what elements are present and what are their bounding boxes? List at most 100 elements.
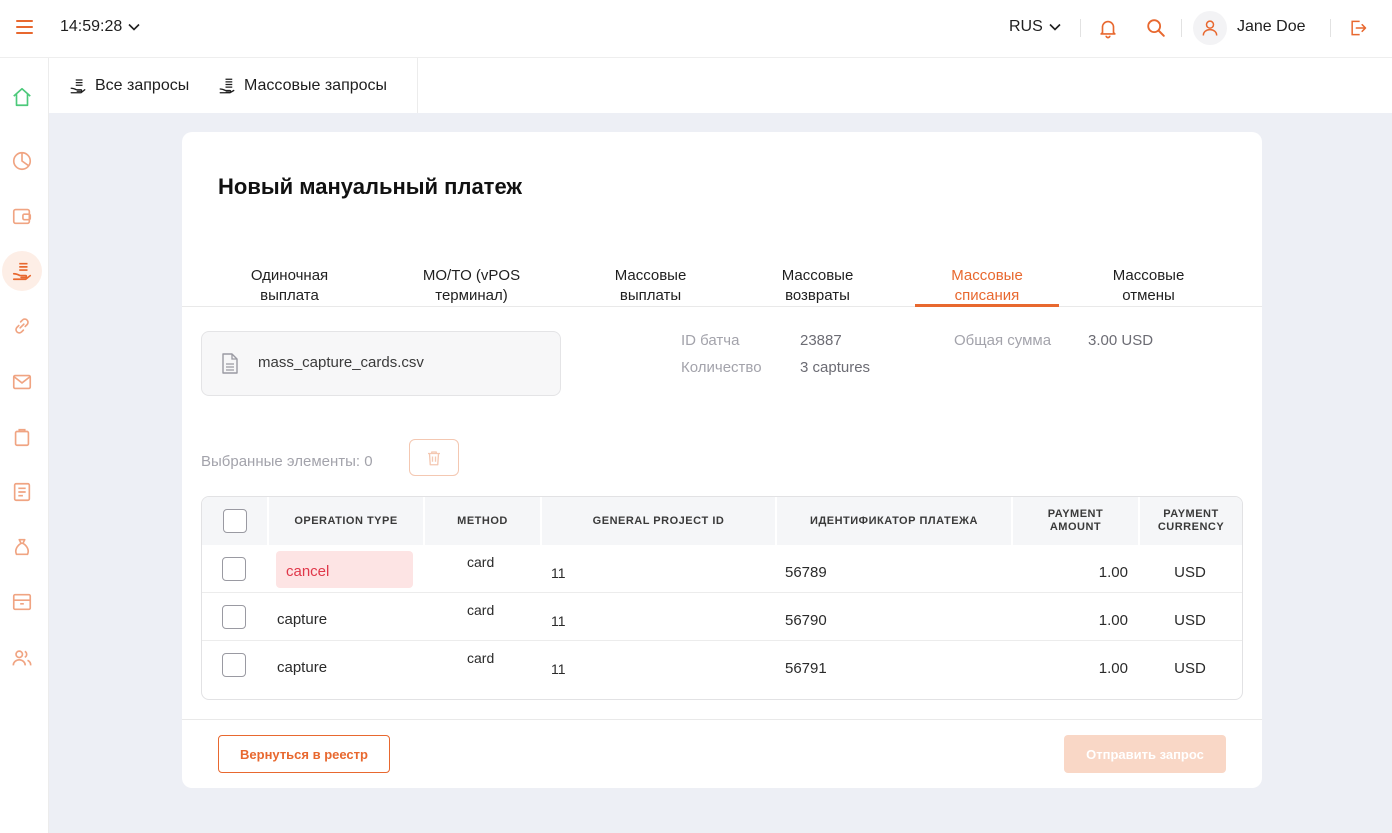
wallet-icon	[12, 208, 32, 225]
pie-chart-icon	[12, 151, 32, 171]
sidebar-item-mail[interactable]	[2, 362, 42, 402]
menu-icon[interactable]	[14, 18, 36, 36]
selected-count: Выбранные элементы: 0	[201, 453, 373, 470]
back-to-registry-button[interactable]: Вернуться в реестр	[218, 735, 390, 773]
sidebar-item-payments[interactable]	[2, 251, 42, 291]
project-id-cell: 11	[551, 661, 566, 677]
sidebar-item-links[interactable]	[2, 306, 42, 346]
sub-navigation: Все запросы Массовые запросы	[49, 58, 1392, 113]
tab-mass-refunds[interactable]: Массовые возвраты	[751, 250, 884, 306]
amount-cell: 1.00	[1098, 612, 1128, 629]
header-operation-type[interactable]: OPERATION TYPE	[269, 497, 425, 545]
tab-label: выплата	[260, 287, 319, 304]
total-amount-value: 3.00 USD	[1088, 332, 1154, 349]
link-mass-requests[interactable]: Массовые запросы	[218, 77, 387, 95]
row-checkbox[interactable]	[222, 557, 246, 581]
sidebar-item-wallet[interactable]	[2, 196, 42, 236]
tab-label: MO/TO (vPOS	[422, 267, 521, 284]
clock-dropdown[interactable]: 14:59:28	[60, 18, 140, 36]
home-icon	[13, 87, 31, 107]
avatar[interactable]	[1193, 11, 1227, 45]
coins-hand-icon	[70, 79, 86, 94]
method-cell: card	[467, 602, 495, 618]
tab-label: Одиночная	[250, 267, 329, 284]
link-label: Массовые запросы	[244, 77, 388, 94]
sidebar-item-analytics[interactable]	[2, 141, 42, 181]
header-select-all	[202, 497, 269, 545]
delete-selected-button[interactable]	[409, 439, 459, 476]
header-general-project-id[interactable]: GENERAL PROJECT ID	[542, 497, 777, 545]
sidebar-item-reports[interactable]	[2, 472, 42, 512]
tab-single-payout[interactable]: Одиночная выплата	[222, 250, 357, 306]
operation-type-cell: capture	[277, 611, 328, 628]
currency-cell: USD	[1174, 660, 1206, 677]
header-payment-currency[interactable]: PAYMENT CURRENCY	[1140, 497, 1242, 545]
total-amount-label: Общая сумма	[954, 332, 1052, 349]
header-payment-id[interactable]: ИДЕНТИФИКАТОР ПЛАТЕЖА	[777, 497, 1013, 545]
method-cell: card	[467, 650, 495, 666]
payment-id-cell: 56791	[785, 660, 827, 677]
uploaded-file[interactable]: mass_capture_cards.csv	[201, 331, 561, 396]
amount-cell: 1.00	[1098, 660, 1128, 677]
header-label: CURRENCY	[1157, 521, 1225, 533]
select-all-checkbox[interactable]	[222, 509, 247, 533]
file-icon	[222, 353, 238, 374]
operation-type-cell: capture	[277, 659, 328, 676]
tab-mass-payouts[interactable]: Массовые выплаты	[584, 250, 717, 306]
header-label: PAYMENT	[1047, 508, 1104, 520]
coins-stack-icon	[219, 78, 235, 94]
footer-divider	[182, 719, 1262, 720]
page-title: Новый мануальный платеж	[218, 174, 522, 199]
project-id-cell: 11	[551, 565, 566, 581]
language-text: RUS	[1009, 18, 1043, 35]
header-method[interactable]: METHOD	[425, 497, 542, 545]
send-request-button[interactable]: Отправить запрос	[1064, 735, 1226, 773]
table-row[interactable]: capture card 11 56790 1.00 USD	[202, 593, 1242, 641]
sidebar-item-orders[interactable]	[2, 417, 42, 457]
tab-label: Массовые	[1112, 267, 1185, 284]
chevron-down-icon	[128, 23, 140, 31]
bag-icon	[14, 428, 30, 447]
tab-label: Массовые	[781, 267, 854, 284]
language-dropdown[interactable]: RUS	[1009, 18, 1061, 36]
logout-icon[interactable]	[1345, 15, 1371, 41]
user-icon	[1202, 20, 1218, 36]
tab-label: выплаты	[619, 287, 682, 304]
header-payment-amount[interactable]: PAYMENT AMOUNT	[1013, 497, 1140, 545]
document-icon	[13, 482, 31, 502]
sidebar-item-users[interactable]	[2, 638, 42, 678]
file-name: mass_capture_cards.csv	[258, 354, 424, 371]
coins-hand-icon	[12, 262, 32, 281]
table-row[interactable]: cancel card 11 56789 1.00 USD	[202, 545, 1242, 593]
sidebar-item-home[interactable]	[2, 77, 42, 117]
table-row[interactable]: capture card 11 56791 1.00 USD	[202, 641, 1242, 689]
header-label: PAYMENT	[1163, 508, 1219, 520]
trash-icon	[428, 450, 440, 465]
row-checkbox[interactable]	[222, 605, 246, 629]
link-all-requests[interactable]: Все запросы	[69, 77, 189, 95]
payment-type-tabs: Одиночная выплата MO/TO (vPOS терминал) …	[182, 250, 1262, 307]
tab-mass-cancels[interactable]: Массовые отмены	[1082, 250, 1215, 306]
method-cell: card	[467, 554, 495, 570]
sidebar-item-finance[interactable]	[2, 527, 42, 567]
tab-label: отмены	[1122, 287, 1175, 304]
tab-label: Массовые	[951, 267, 1023, 284]
amount-cell: 1.00	[1098, 564, 1128, 581]
tab-mass-captures[interactable]: Массовые списания	[915, 250, 1059, 307]
batch-id-value: 23887	[800, 332, 842, 349]
manual-payment-card: Новый мануальный платеж Одиночная выплат…	[182, 132, 1262, 788]
bell-icon[interactable]	[1095, 15, 1121, 41]
divider	[1330, 19, 1331, 37]
sidebar-item-archive[interactable]	[2, 582, 42, 622]
link-icon	[15, 318, 29, 334]
link-label: Все запросы	[95, 77, 190, 94]
search-icon[interactable]	[1143, 15, 1169, 41]
mail-icon	[12, 374, 32, 390]
archive-icon	[12, 593, 32, 611]
divider	[1181, 19, 1182, 37]
user-name[interactable]: Jane Doe	[1237, 18, 1306, 36]
tab-moto-vpos[interactable]: MO/TO (vPOS терминал)	[400, 250, 543, 306]
row-checkbox[interactable]	[222, 653, 246, 677]
money-bag-icon	[14, 538, 30, 556]
currency-cell: USD	[1174, 564, 1206, 581]
